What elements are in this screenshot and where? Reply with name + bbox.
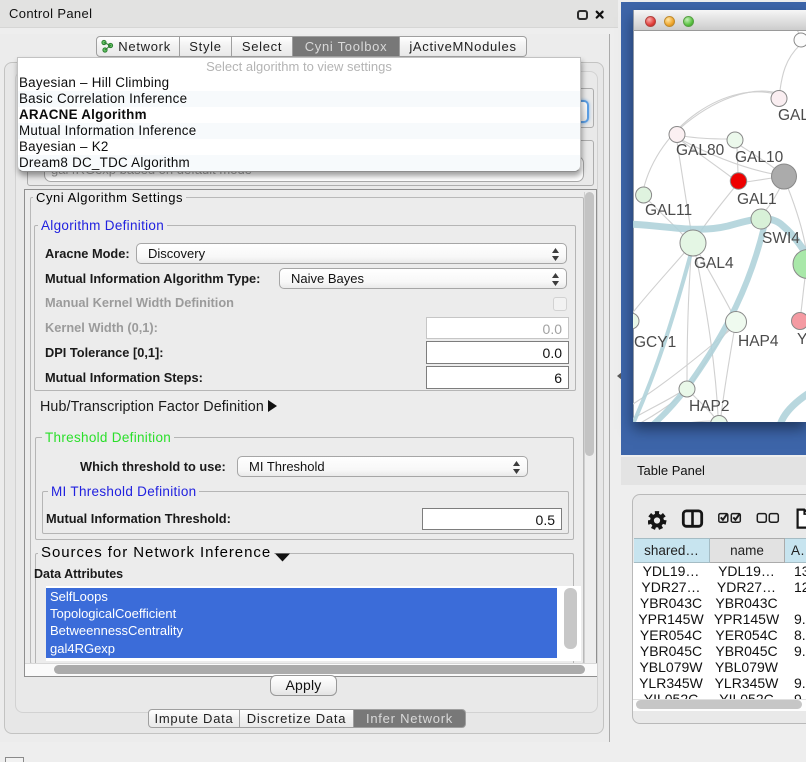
svg-text:SWI4: SWI4 bbox=[762, 230, 800, 247]
svg-text:GAL80: GAL80 bbox=[676, 142, 725, 159]
svg-text:GAL7: GAL7 bbox=[778, 107, 806, 124]
svg-text:HAP4: HAP4 bbox=[738, 333, 779, 350]
svg-text:GAL1: GAL1 bbox=[737, 191, 777, 208]
svg-text:GAL11: GAL11 bbox=[645, 202, 692, 219]
svg-text:GCY1: GCY1 bbox=[634, 334, 676, 351]
svg-text:HAP2: HAP2 bbox=[689, 398, 730, 415]
svg-text:GAL4: GAL4 bbox=[694, 255, 734, 272]
svg-text:GAL10: GAL10 bbox=[735, 149, 784, 166]
svg-text:YEL: YEL bbox=[797, 331, 806, 348]
